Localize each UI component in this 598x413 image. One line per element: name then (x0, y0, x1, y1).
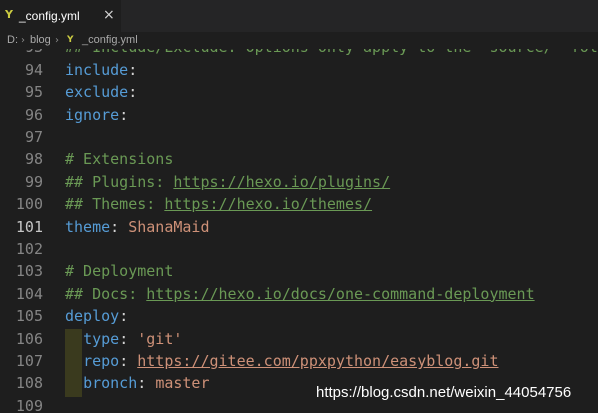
code-token: theme (65, 217, 111, 236)
line-number: 103 (15, 262, 43, 281)
code-editor[interactable]: 93 ## Include/Exclude: Options only apply… (0, 49, 598, 413)
tab-title: _config.yml (19, 9, 80, 23)
code-line[interactable]: 93 ## Include/Exclude: Options only apply… (0, 49, 598, 59)
code-link[interactable]: https://hexo.io/plugins/ (173, 173, 390, 191)
code-token: : (128, 60, 138, 79)
line-number: 101 (15, 217, 43, 236)
code-line[interactable]: 104 ## Docs: https://hexo.io/docs/one-com… (0, 283, 598, 305)
code-token: : (119, 352, 138, 370)
code-text: ## Docs: https://hexo.io/docs/one-comman… (65, 283, 535, 305)
breadcrumb-folder[interactable]: blog (30, 32, 51, 49)
watermark: https://blog.csdn.net/weixin_44054756 (316, 384, 572, 401)
line-number: 105 (15, 307, 43, 326)
yaml-file-icon: Y (5, 8, 13, 21)
line-number: 94 (24, 60, 43, 79)
line-number: 93 (0, 49, 43, 59)
line-number: 107 (15, 352, 43, 370)
code-text: # Extensions (65, 148, 173, 170)
code-token: : (119, 307, 129, 326)
code-line[interactable]: 95 exclude: (0, 81, 598, 103)
code-token: : (119, 105, 129, 124)
code-token: type (83, 329, 120, 348)
code-line[interactable]: 102 (0, 238, 598, 260)
code-token: : (110, 217, 129, 236)
code-line[interactable]: 99 ## Plugins: https://hexo.io/plugins/ (0, 171, 598, 193)
code-token: repo (83, 352, 120, 370)
breadcrumb-drive[interactable]: D: (7, 32, 18, 49)
line-number: 106 (15, 329, 43, 348)
line-number: 109 (15, 396, 43, 413)
code-token: ## Themes: (65, 195, 165, 214)
line-number: 98 (24, 150, 43, 169)
line-number: 97 (24, 128, 43, 146)
code-line[interactable]: 100 ## Themes: https://hexo.io/themes/ (0, 193, 598, 215)
code-line[interactable]: 103 # Deployment (0, 260, 598, 282)
code-line[interactable]: 107 repo: https://gitee.com/ppxpython/ea… (0, 350, 598, 372)
code-token: ## Docs: (65, 284, 147, 303)
breadcrumb-file[interactable]: _config.yml (82, 32, 138, 49)
code-token: : (137, 374, 156, 393)
tab-config-yml[interactable]: Y _config.yml × (0, 0, 121, 32)
code-token: bronch (83, 374, 138, 393)
code-line[interactable]: 101 theme: ShanaMaid (0, 216, 598, 238)
code-text: ## Themes: https://hexo.io/themes/ (65, 193, 372, 215)
code-token: : (119, 329, 138, 348)
code-text: include: (65, 59, 137, 81)
line-number: 99 (24, 172, 43, 191)
code-line[interactable]: 106 type: 'git' (0, 328, 598, 350)
code-text: ## Include/Exclude: Options only apply t… (65, 49, 598, 59)
code-text: ignore: (65, 104, 128, 126)
code-line[interactable]: 98 # Extensions (0, 148, 598, 170)
code-token: # Extensions (65, 150, 174, 169)
code-link[interactable]: https://gitee.com/ppxpython/easyblog.git (137, 352, 498, 370)
code-token: : (128, 83, 138, 102)
line-number: 96 (24, 105, 43, 124)
code-text: theme: ShanaMaid (65, 216, 210, 238)
close-icon[interactable]: × (103, 7, 115, 23)
code-text: ## Plugins: https://hexo.io/plugins/ (65, 171, 390, 193)
code-token: master (155, 374, 210, 393)
code-token: deploy (65, 307, 120, 326)
line-number: 95 (24, 83, 43, 102)
code-text: repo: https://gitee.com/ppxpython/easybl… (65, 350, 498, 372)
code-line[interactable]: 96 ignore: (0, 104, 598, 126)
code-link[interactable]: https://hexo.io/themes/ (164, 195, 372, 213)
line-number: 102 (15, 240, 43, 258)
code-text: # Deployment (65, 260, 173, 282)
code-token: ShanaMaid (128, 217, 210, 236)
code-token: 'git' (137, 329, 183, 348)
code-link[interactable]: https://hexo.io/docs/one-command-deploym… (146, 285, 534, 303)
code-token: ignore (65, 105, 120, 124)
line-number: 104 (15, 284, 43, 303)
line-number: 108 (15, 374, 43, 393)
code-token: ## Plugins: (65, 172, 174, 191)
chevron-right-icon: › (55, 35, 59, 46)
code-line[interactable]: 105 deploy: (0, 305, 598, 327)
code-token: ## Include/Exclude: Options only apply t… (65, 49, 598, 56)
code-text: bronch: master (65, 372, 210, 394)
tab-bar: Y _config.yml × (0, 0, 598, 32)
line-number: 100 (15, 195, 43, 214)
chevron-right-icon: › (21, 35, 25, 46)
code-line[interactable]: 94 include: (0, 59, 598, 81)
yaml-file-icon: Y (67, 35, 74, 45)
code-token: exclude (65, 83, 129, 102)
code-line[interactable]: 97 (0, 126, 598, 148)
breadcrumb: D: › blog › Y _config.yml (0, 32, 598, 49)
code-token: # Deployment (65, 262, 174, 281)
code-token: include (65, 60, 129, 79)
code-text: deploy: (65, 305, 128, 327)
code-text: type: 'git' (65, 328, 182, 350)
code-text: exclude: (65, 81, 137, 103)
